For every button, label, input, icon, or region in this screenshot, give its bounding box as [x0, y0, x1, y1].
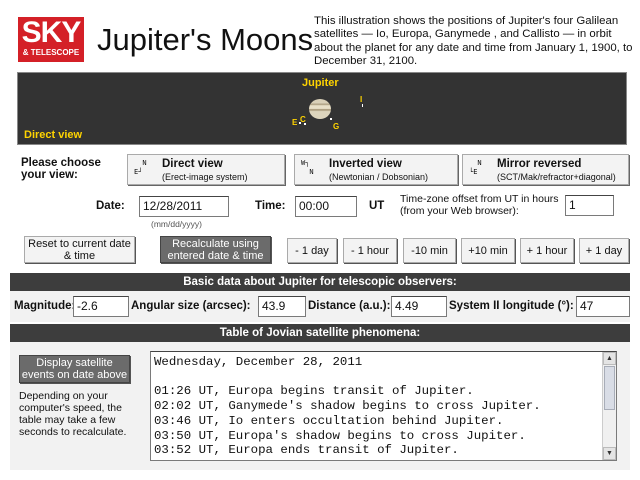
moon-io-label: I [360, 95, 363, 104]
intro-text: This illustration shows the positions of… [314, 15, 633, 68]
minus-1-day-button[interactable]: - 1 day [287, 238, 337, 263]
jupiter-label: Jupiter [302, 77, 339, 89]
direct-view-button[interactable]: N E┘ Direct view (Erect-image system) [127, 154, 285, 185]
reset-datetime-button[interactable]: Reset to current date & time [24, 236, 135, 263]
mirror-reversed-button[interactable]: N └E Mirror reversed (SCT/Mak/refractor+… [462, 154, 629, 185]
logo-text-sky: SKY [21, 16, 82, 49]
moon-ganymede-marker [330, 118, 332, 120]
time-input[interactable]: 00:00 [295, 196, 357, 217]
recalc-speed-note: Depending on your computer's speed, the … [19, 390, 127, 438]
page-title: Jupiter's Moons [97, 22, 314, 57]
ut-label: UT [369, 200, 385, 212]
phenomena-heading: Table of Jovian satellite phenomena: [10, 324, 630, 342]
distance-label: Distance (a.u.): [308, 300, 391, 312]
plus-10-min-button[interactable]: +10 min [461, 238, 515, 263]
orientation-icon: W┐ N [301, 159, 314, 176]
scroll-up-arrow-icon[interactable]: ▲ [603, 352, 616, 365]
moon-io-marker [362, 104, 363, 107]
basic-data-heading: Basic data about Jupiter for telescopic … [10, 273, 630, 291]
orientation-icon: N E┘ [134, 159, 147, 176]
view-choice-prompt: Please choose your view: [21, 157, 101, 181]
distance-field[interactable]: 4.49 [391, 296, 447, 317]
events-textarea[interactable]: Wednesday, December 28, 2011 01:26 UT, E… [150, 351, 617, 461]
longitude-label: System II longitude (°): [449, 300, 574, 312]
inverted-view-label: Inverted view [329, 158, 402, 170]
magnitude-field[interactable]: -2.6 [73, 296, 129, 317]
inverted-view-sublabel: (Newtonian / Dobsonian) [329, 172, 429, 182]
mirror-reversed-label: Mirror reversed [497, 158, 582, 170]
angular-size-label: Angular size (arcsec): [131, 300, 251, 312]
inverted-view-button[interactable]: W┐ N Inverted view (Newtonian / Dobsonia… [294, 154, 458, 185]
angular-size-field[interactable]: 43.9 [258, 296, 306, 317]
date-label: Date: [96, 200, 125, 212]
current-view-label: Direct view [24, 129, 83, 141]
date-format-hint: (mm/dd/yyyy) [151, 219, 202, 229]
mirror-reversed-sublabel: (SCT/Mak/refractor+diagonal) [497, 172, 616, 182]
date-input[interactable]: 12/28/2011 [139, 196, 229, 217]
moon-ganymede-label: G [333, 122, 340, 131]
direct-view-sublabel: (Erect-image system) [162, 172, 248, 182]
timezone-label: Time-zone offset from UT in hours (from … [400, 193, 559, 217]
scroll-thumb[interactable] [604, 366, 615, 410]
scroll-down-arrow-icon[interactable]: ▼ [603, 447, 616, 460]
logo-text-telescope: & TELESCOPE [22, 48, 80, 57]
display-events-button[interactable]: Display satellite events on date above [19, 355, 130, 383]
jupiter-sky-view: Jupiter I E C G Direct view [17, 72, 627, 145]
sky-telescope-logo: SKY & TELESCOPE [18, 17, 84, 62]
time-label: Time: [255, 200, 286, 212]
moon-callisto-marker [304, 123, 306, 125]
jupiter-planet [309, 99, 331, 119]
events-scrollbar[interactable]: ▲ ▼ [602, 352, 616, 460]
events-text: Wednesday, December 28, 2011 01:26 UT, E… [154, 355, 541, 458]
moon-europa-label: E [292, 118, 298, 127]
minus-10-min-button[interactable]: -10 min [403, 238, 456, 263]
plus-1-day-button[interactable]: + 1 day [579, 238, 629, 263]
recalculate-button[interactable]: Recalculate using entered date & time [160, 236, 271, 263]
minus-1-hour-button[interactable]: - 1 hour [343, 238, 397, 263]
longitude-field[interactable]: 47 [576, 296, 630, 317]
plus-1-hour-button[interactable]: + 1 hour [520, 238, 574, 263]
direct-view-label: Direct view [162, 158, 223, 170]
timezone-offset-input[interactable]: 1 [565, 195, 614, 216]
orientation-icon: N └E [469, 159, 482, 176]
magnitude-label: Magnitude: [14, 300, 76, 312]
